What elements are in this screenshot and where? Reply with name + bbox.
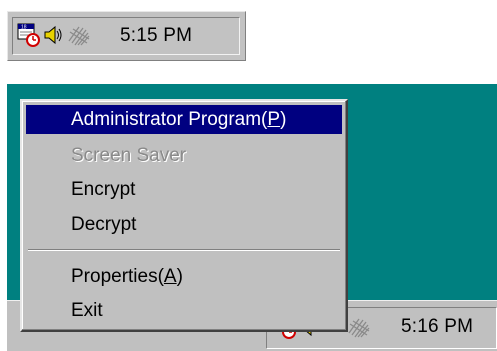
menu-separator bbox=[28, 249, 340, 251]
menu-item-properties[interactable]: Properties(A) bbox=[26, 262, 342, 291]
svg-text:18: 18 bbox=[21, 25, 27, 31]
taskbar-clock[interactable]: 5:16 PM bbox=[401, 316, 473, 338]
encrypt-mesh-icon[interactable] bbox=[67, 23, 91, 47]
menu-item-decrypt[interactable]: Decrypt bbox=[26, 210, 342, 239]
menu-item-encrypt[interactable]: Encrypt bbox=[26, 175, 342, 204]
mnemonic-a: A bbox=[163, 266, 177, 287]
menu-item-screen-saver: Screen Saver bbox=[71, 145, 187, 166]
calendar-alarm-icon[interactable]: 18 bbox=[17, 23, 42, 47]
encrypt-mesh-icon[interactable] bbox=[347, 315, 371, 339]
mnemonic-p: P bbox=[267, 109, 281, 130]
tray-context-menu: Administrator Program(P) Screen Saver En… bbox=[20, 99, 348, 332]
speaker-icon[interactable] bbox=[43, 24, 63, 46]
menu-item-exit[interactable]: Exit bbox=[26, 296, 342, 325]
system-tray-before: 18 5:15 PM bbox=[7, 11, 246, 61]
tray-clock[interactable]: 5:15 PM bbox=[120, 25, 192, 47]
tray-inset: 18 5:15 PM bbox=[12, 17, 240, 55]
menu-item-administrator-program[interactable]: Administrator Program(P) bbox=[26, 105, 342, 134]
